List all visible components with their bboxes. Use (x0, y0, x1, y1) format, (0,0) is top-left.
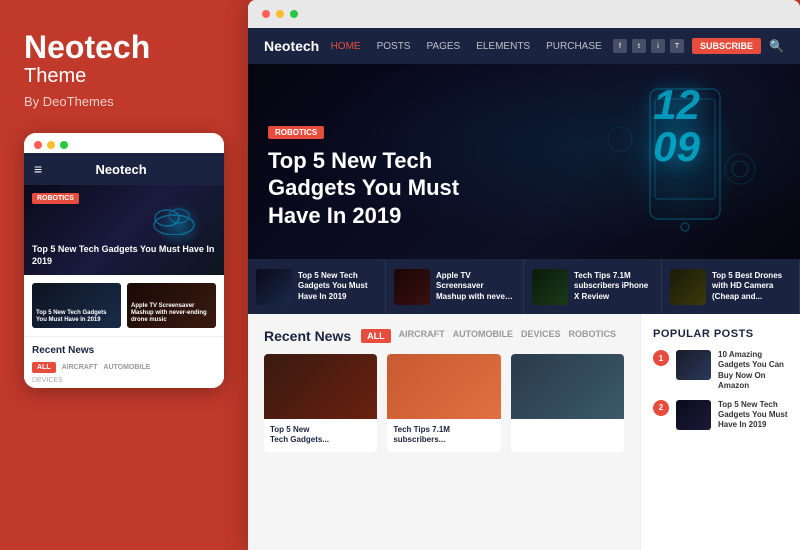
dot-yellow (47, 141, 55, 149)
hero-content: ROBOTICS Top 5 New Tech Gadgets You Must… (268, 122, 488, 230)
mobile-tab-all[interactable]: ALL (32, 362, 56, 373)
strip-text-3: Tech Tips 7.1M subscribers iPhone X Revi… (574, 271, 653, 302)
sidebar: POPULAR POSTS 1 10 Amazing Gadgets You C… (640, 314, 800, 550)
brand-author: By DeoThemes (24, 94, 224, 109)
filter-robotics[interactable]: ROBOTICS (569, 329, 617, 343)
facebook-icon[interactable]: f (613, 39, 627, 53)
sidebar-thumb-2 (676, 400, 711, 430)
browser-nav-bar: Neotech HOME POSTS PAGES ELEMENTS PURCHA… (248, 28, 800, 64)
news-card-2[interactable]: Tech Tips 7.1Msubscribers... (387, 354, 500, 452)
news-card-body-1: Top 5 NewTech Gadgets... (264, 419, 377, 452)
browser-dot-green (290, 10, 298, 18)
sidebar-num-2: 2 (653, 400, 669, 416)
browser-mockup: Neotech HOME POSTS PAGES ELEMENTS PURCHA… (248, 0, 800, 550)
left-panel: Neotech Theme By DeoThemes ≡ Neotech ROB… (0, 0, 248, 550)
dot-green (60, 141, 68, 149)
sidebar-thumb-1 (676, 350, 711, 380)
section-header: Recent News ALL AIRCRAFT AUTOMOBILE DEVI… (264, 328, 624, 344)
news-card-body-2: Tech Tips 7.1Msubscribers... (387, 419, 500, 452)
strip-text-1: Top 5 New Tech Gadgets You Must Have In … (298, 271, 377, 302)
nav-link-purchase[interactable]: PURCHASE (546, 41, 602, 52)
filter-all[interactable]: ALL (361, 329, 391, 343)
news-grid: Top 5 NewTech Gadgets... Tech Tips 7.1Ms… (264, 354, 624, 452)
news-card-title-2: Tech Tips 7.1Msubscribers... (393, 425, 494, 446)
browser-dot-red (262, 10, 270, 18)
news-card-title-1: Top 5 NewTech Gadgets... (270, 425, 371, 446)
mobile-tab-automobile[interactable]: AUTOMOBILE (103, 364, 150, 371)
mobile-thumbnails: Top 5 New Tech Gadgets You Must Have In … (24, 275, 224, 336)
strip-thumb-1 (256, 269, 292, 305)
filter-automobile[interactable]: AUTOMOBILE (453, 329, 513, 343)
mobile-recent-news-title: Recent News (32, 345, 216, 356)
mobile-hero-badge: ROBOTICS (32, 193, 79, 204)
sidebar-item-text-2: Top 5 New Tech Gadgets You Must Have In … (718, 400, 788, 431)
mobile-thumb-1: Top 5 New Tech Gadgets You Must Have In … (32, 283, 121, 328)
hero-badge: ROBOTICS (268, 126, 324, 139)
twitter-icon[interactable]: t (632, 39, 646, 53)
news-card-3[interactable] (511, 354, 624, 452)
content-area: Recent News ALL AIRCRAFT AUTOMOBILE DEVI… (248, 314, 800, 550)
mobile-devices-text: DEVICES (32, 377, 63, 384)
news-card-img-1 (264, 354, 377, 419)
instagram-icon[interactable]: i (651, 39, 665, 53)
news-card-body-3 (511, 419, 624, 431)
strip-text-2: Apple TV Screensaver Mashup with never-e… (436, 271, 515, 302)
mobile-hero: ROBOTICS Top 5 New Tech Gadgets You Must… (24, 185, 224, 275)
browser-nav-links: HOME POSTS PAGES ELEMENTS PURCHASE (331, 41, 602, 52)
strip-thumb-3 (532, 269, 568, 305)
hero-title: Top 5 New Tech Gadgets You Must Have In … (268, 147, 488, 230)
sidebar-item-2[interactable]: 2 Top 5 New Tech Gadgets You Must Have I… (653, 400, 788, 431)
subscribe-button[interactable]: Subscribe (692, 38, 761, 54)
strip-thumb-4 (670, 269, 706, 305)
strip-item-2[interactable]: Apple TV Screensaver Mashup with never-e… (386, 259, 524, 314)
sidebar-item-1[interactable]: 1 10 Amazing Gadgets You Can Buy Now On … (653, 350, 788, 392)
main-content: Recent News ALL AIRCRAFT AUTOMOBILE DEVI… (248, 314, 640, 550)
browser-title-bar (248, 0, 800, 28)
news-card-1[interactable]: Top 5 NewTech Gadgets... (264, 354, 377, 452)
brand-title: Neotech (24, 30, 224, 65)
recent-news-title: Recent News (264, 328, 351, 344)
nav-link-posts[interactable]: POSTS (377, 41, 411, 52)
nav-link-pages[interactable]: PAGES (426, 41, 460, 52)
mobile-recent-news: Recent News ALL AIRCRAFT AUTOMOBILE DEVI… (24, 336, 224, 388)
browser-dot-yellow (276, 10, 284, 18)
mobile-hero-title: Top 5 New Tech Gadgets You Must Have In … (32, 244, 216, 267)
brand-subtitle: Theme (24, 65, 224, 88)
mobile-tab-aircraft[interactable]: AIRCRAFT (62, 364, 98, 371)
social-icons: f t i T (613, 39, 684, 53)
nav-link-home[interactable]: HOME (331, 41, 361, 52)
strip-item-4[interactable]: Top 5 Best Drones with HD Camera (Cheap … (662, 259, 800, 314)
news-card-img-3 (511, 354, 624, 419)
strip-item-1[interactable]: Top 5 New Tech Gadgets You Must Have In … (248, 259, 386, 314)
hero-section: 12 09 ROBOTICS Top 5 New Tech Gadgets Yo… (248, 64, 800, 259)
tiktok-icon[interactable]: T (670, 39, 684, 53)
dot-red (34, 141, 42, 149)
mobile-thumb-2-text: Apple TV Screensaver Mashup with never-e… (131, 303, 212, 325)
news-card-img-2 (387, 354, 500, 419)
filter-devices[interactable]: DEVICES (521, 329, 561, 343)
strip-thumb-2 (394, 269, 430, 305)
mobile-mockup: ≡ Neotech ROBOTICS Top 5 New Tech Gadget… (24, 133, 224, 388)
nav-link-elements[interactable]: ELEMENTS (476, 41, 530, 52)
mobile-logo: Neotech (95, 162, 146, 177)
mobile-thumb-1-text: Top 5 New Tech Gadgets You Must Have In … (36, 310, 117, 324)
sidebar-item-text-1: 10 Amazing Gadgets You Can Buy Now On Am… (718, 350, 788, 392)
search-icon[interactable]: 🔍 (769, 39, 784, 53)
mobile-thumb-2: Apple TV Screensaver Mashup with never-e… (127, 283, 216, 328)
mobile-tabs: ALL AIRCRAFT AUTOMOBILE (32, 362, 216, 373)
thumbnail-strip: Top 5 New Tech Gadgets You Must Have In … (248, 259, 800, 314)
browser-logo: Neotech (264, 38, 319, 54)
sidebar-num-1: 1 (653, 350, 669, 366)
mobile-top-bar (24, 133, 224, 153)
browser-nav-right: f t i T Subscribe 🔍 (613, 38, 784, 54)
sidebar-title: POPULAR POSTS (653, 328, 788, 340)
mobile-devices-row: DEVICES (32, 373, 216, 388)
filter-tabs: ALL AIRCRAFT AUTOMOBILE DEVICES ROBOTICS (361, 329, 616, 343)
filter-aircraft[interactable]: AIRCRAFT (399, 329, 445, 343)
mobile-nav-bar: ≡ Neotech (24, 153, 224, 185)
hamburger-icon: ≡ (34, 161, 42, 177)
strip-item-3[interactable]: Tech Tips 7.1M subscribers iPhone X Revi… (524, 259, 662, 314)
strip-text-4: Top 5 Best Drones with HD Camera (Cheap … (712, 271, 791, 302)
